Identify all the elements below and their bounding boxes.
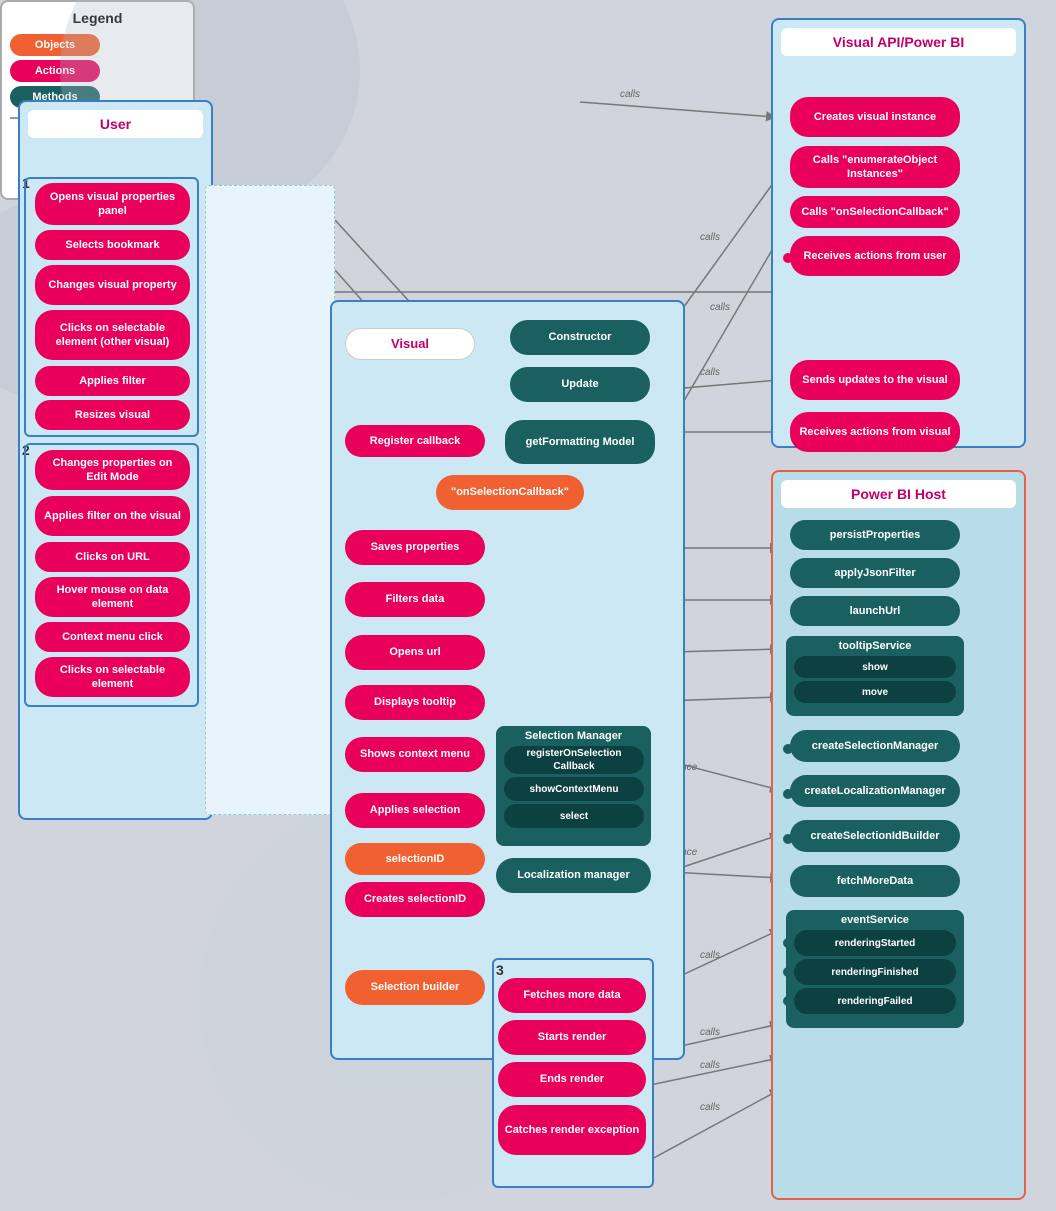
btn-selection-builder[interactable]: Selection builder [345, 970, 485, 1005]
btn-rendering-started[interactable]: renderingStarted [794, 930, 956, 956]
btn-visual-title: Visual [345, 328, 475, 360]
dot-rendering-failed [783, 996, 793, 1006]
svg-text:calls: calls [700, 950, 720, 961]
svg-text:calls: calls [620, 89, 640, 100]
event-service-box: eventService renderingStarted renderingF… [786, 910, 964, 1028]
btn-localization-manager[interactable]: Localization manager [496, 858, 651, 893]
btn-opens-url[interactable]: Opens url [345, 635, 485, 670]
svg-text:calls: calls [700, 1027, 720, 1038]
btn-register-onselection[interactable]: registerOnSelection Callback [504, 746, 644, 774]
btn-applies-selection[interactable]: Applies selection [345, 793, 485, 828]
btn-constructor[interactable]: Constructor [510, 320, 650, 355]
svg-text:calls: calls [700, 367, 720, 378]
btn-sends-updates[interactable]: Sends updates to the visual [790, 360, 960, 400]
btn-catches-render[interactable]: Catches render exception [498, 1105, 646, 1155]
selection-manager-title: Selection Manager [500, 730, 647, 742]
host-panel-title: Power BI Host [781, 480, 1016, 508]
user-panel-title: User [28, 110, 203, 138]
btn-apply-json-filter[interactable]: applyJsonFilter [790, 558, 960, 588]
connector-panel [205, 185, 335, 815]
btn-show-context-menu-sm[interactable]: showContextMenu [504, 777, 644, 801]
legend-objects-label: Objects [35, 39, 75, 51]
btn-create-sel-id-builder[interactable]: createSelectionIdBuilder [790, 820, 960, 852]
btn-calls-enumerate[interactable]: Calls "enumerateObject Instances" [790, 146, 960, 188]
btn-move[interactable]: move [794, 681, 956, 703]
btn-ends-render[interactable]: Ends render [498, 1062, 646, 1097]
btn-launch-url[interactable]: launchUrl [790, 596, 960, 626]
btn-register-callback[interactable]: Register callback [345, 425, 485, 457]
svg-text:calls: calls [710, 302, 730, 313]
btn-saves-properties[interactable]: Saves properties [345, 530, 485, 565]
btn-create-localization-manager[interactable]: createLocalizationManager [790, 775, 960, 807]
dot-rendering-started [783, 938, 793, 948]
dot-create-loc-mgr [783, 789, 793, 799]
legend-actions: Actions [10, 60, 185, 82]
selection-manager-box: Selection Manager registerOnSelection Ca… [496, 726, 651, 846]
diagram-container: calls calls calls calls calls calls call… [0, 0, 1056, 1211]
user-group2-box [24, 443, 199, 707]
btn-update[interactable]: Update [510, 367, 650, 402]
num-label-3: 3 [496, 962, 504, 978]
btn-calls-onselection[interactable]: Calls "onSelectionCallback" [790, 196, 960, 228]
tooltip-service-label: tooltipService [790, 640, 960, 652]
btn-getformatting[interactable]: getFormatting Model [505, 420, 655, 464]
tooltip-service-box: tooltipService show move [786, 636, 964, 716]
dot-create-sel-id-builder [783, 834, 793, 844]
btn-fetches-more-data[interactable]: Fetches more data [498, 978, 646, 1013]
user-group1-box [24, 177, 199, 437]
btn-selection-id[interactable]: selectionID [345, 843, 485, 875]
svg-text:calls: calls [700, 232, 720, 243]
btn-show[interactable]: show [794, 656, 956, 678]
btn-rendering-finished[interactable]: renderingFinished [794, 959, 956, 985]
btn-fetch-more-data[interactable]: fetchMoreData [790, 865, 960, 897]
btn-rendering-failed[interactable]: renderingFailed [794, 988, 956, 1014]
btn-filters-data[interactable]: Filters data [345, 582, 485, 617]
legend-objects: Objects [10, 34, 185, 56]
btn-receives-actions-visual[interactable]: Receives actions from visual [790, 412, 960, 452]
btn-creates-selection-id[interactable]: Creates selectionID [345, 882, 485, 917]
legend-title: Legend [10, 10, 185, 26]
legend-actions-box: Actions [10, 60, 100, 82]
legend-objects-box: Objects [10, 34, 100, 56]
btn-receives-actions-user[interactable]: Receives actions from user [790, 236, 960, 276]
btn-creates-visual[interactable]: Creates visual instance [790, 97, 960, 137]
btn-create-selection-manager[interactable]: createSelectionManager [790, 730, 960, 762]
btn-persist-properties[interactable]: persistProperties [790, 520, 960, 550]
btn-onselectioncallback[interactable]: "onSelectionCallback" [436, 475, 584, 510]
btn-starts-render[interactable]: Starts render [498, 1020, 646, 1055]
legend-actions-label: Actions [35, 65, 75, 77]
svg-text:calls: calls [700, 1102, 720, 1113]
btn-shows-context-menu[interactable]: Shows context menu [345, 737, 485, 772]
btn-select[interactable]: select [504, 804, 644, 828]
btn-displays-tooltip[interactable]: Displays tooltip [345, 685, 485, 720]
dot-create-sel-mgr [783, 744, 793, 754]
event-service-label: eventService [790, 914, 960, 926]
dot-receives-actions [783, 253, 793, 263]
svg-text:calls: calls [700, 1060, 720, 1071]
dot-rendering-finished [783, 967, 793, 977]
visual-center-panel [330, 300, 685, 1060]
visual-api-title: Visual API/Power BI [781, 28, 1016, 56]
